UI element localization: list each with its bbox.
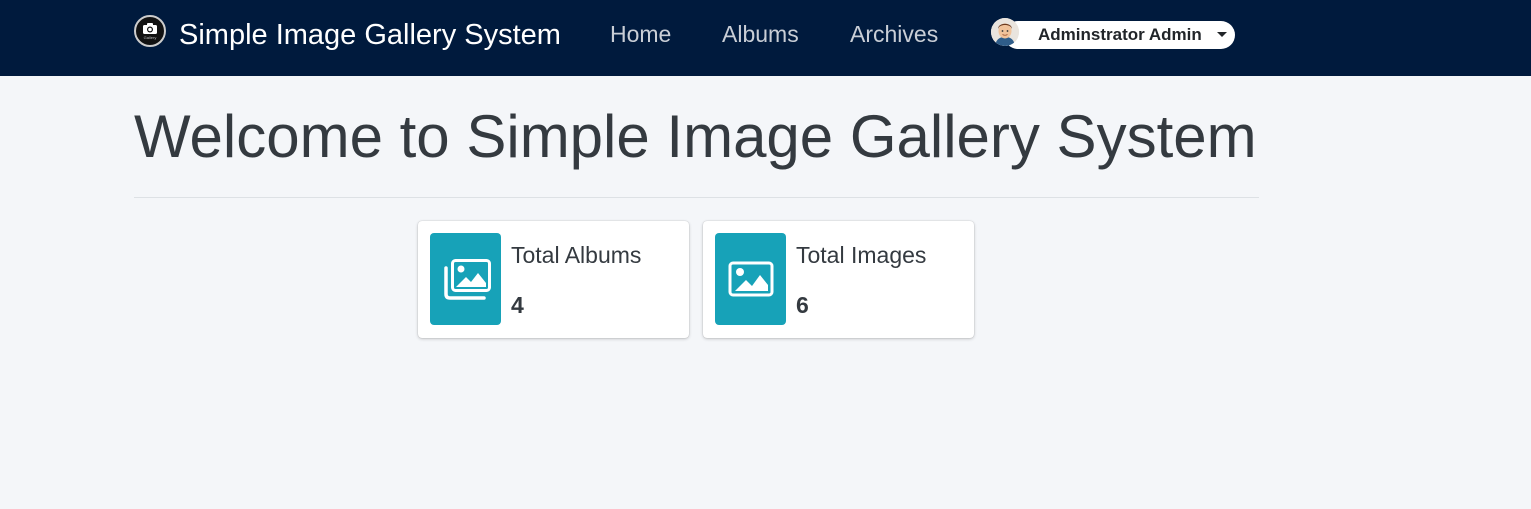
stat-label: Total Images [796,242,927,268]
nav-archives-link[interactable]: Archives [850,20,938,48]
total-albums-card: Total Albums 4 [418,221,689,338]
stat-label: Total Albums [511,242,642,268]
logo-caption: Gallery [143,35,157,40]
avatar[interactable] [991,18,1019,46]
user-name[interactable]: Adminstrator Admin [1038,24,1202,46]
divider [134,197,1259,198]
camera-logo-icon[interactable]: Gallery [134,15,166,47]
page-title: Welcome to Simple Image Gallery System [134,103,1257,170]
nav-albums-link[interactable]: Albums [722,20,799,48]
image-icon [715,233,786,325]
nav-home-link[interactable]: Home [610,20,671,48]
stat-value: 6 [796,292,809,318]
stat-value: 4 [511,292,524,318]
brand-title[interactable]: Simple Image Gallery System [179,17,561,53]
total-images-card: Total Images 6 [703,221,974,338]
chevron-down-icon[interactable] [1217,32,1227,37]
images-icon [430,233,501,325]
top-navbar: Gallery Simple Image Gallery System Home… [0,0,1531,76]
